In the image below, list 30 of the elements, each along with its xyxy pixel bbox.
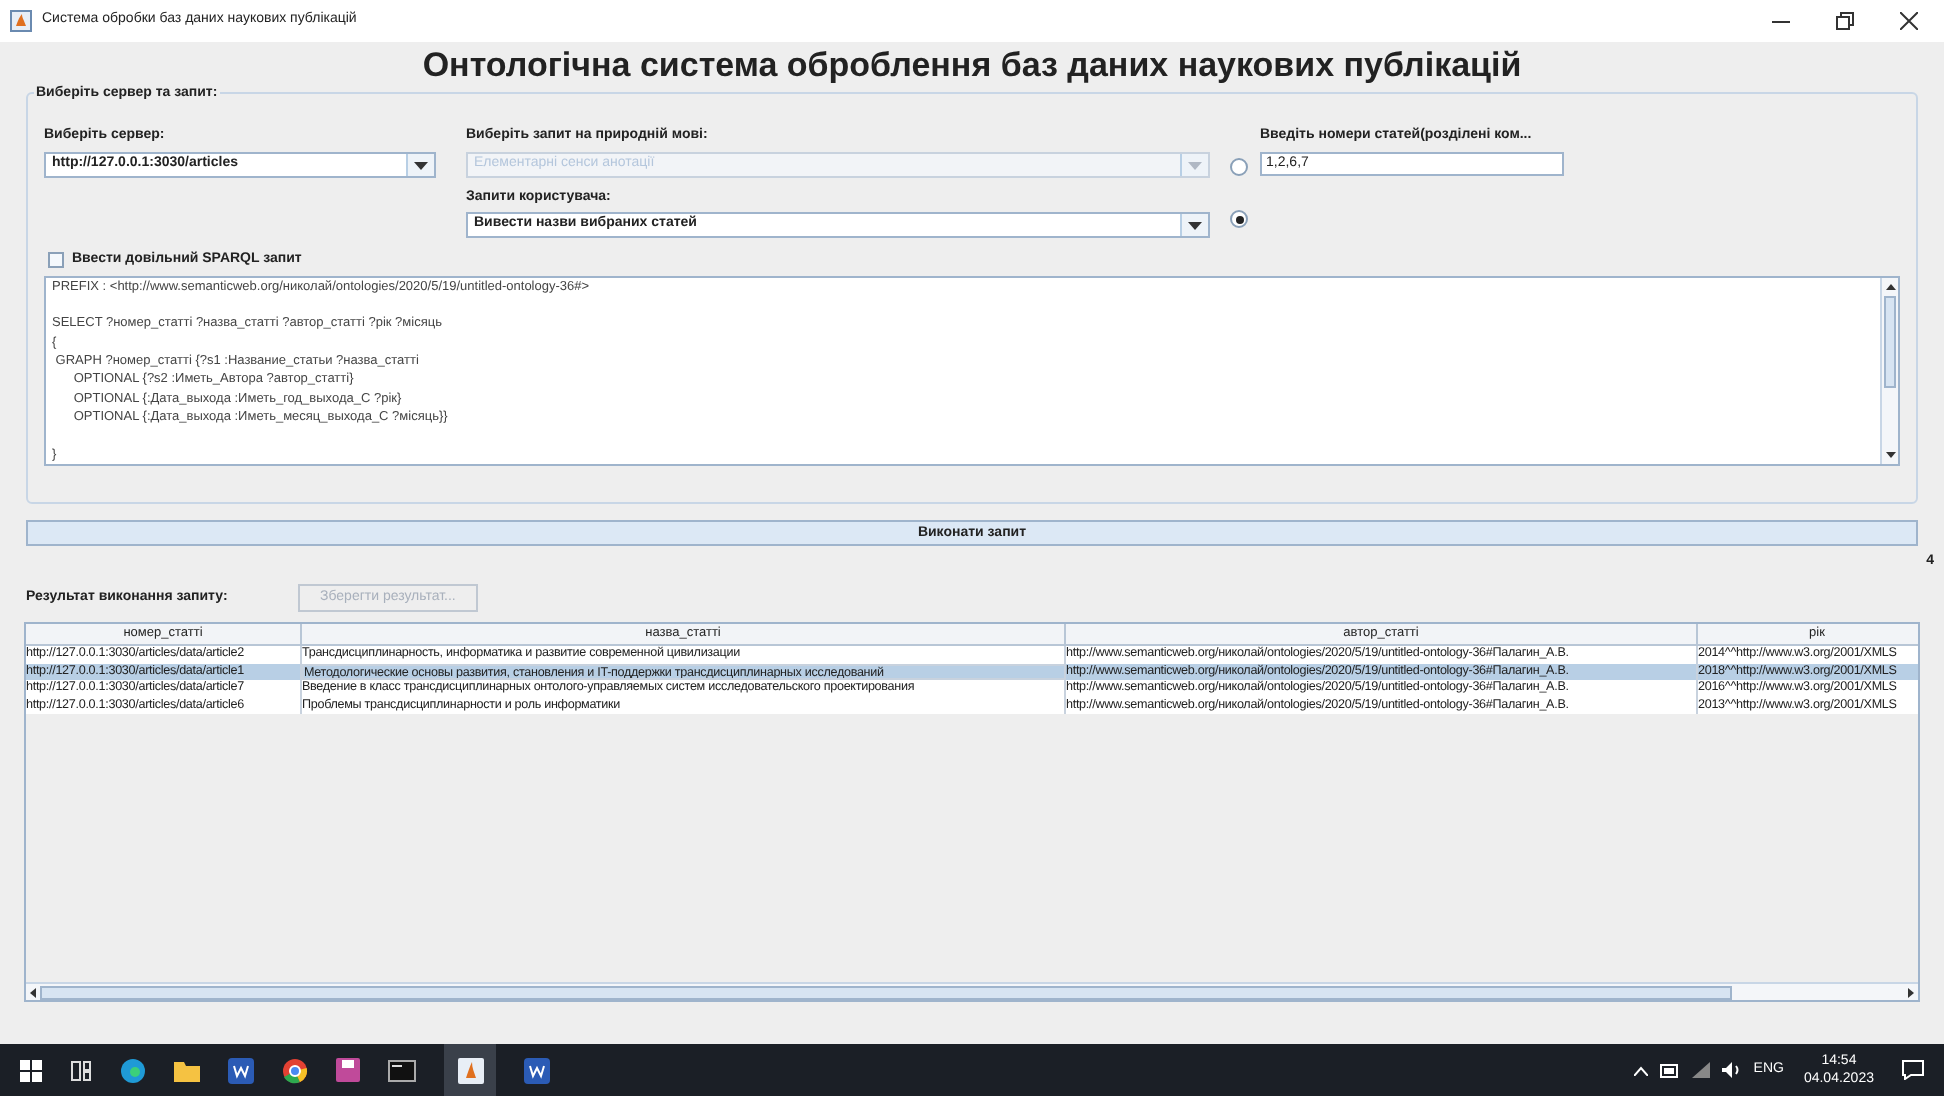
dropdown-arrow-button[interactable] bbox=[1180, 214, 1208, 236]
caret-icon bbox=[1188, 161, 1202, 169]
chevron-up-icon[interactable] bbox=[1633, 1065, 1648, 1075]
scroll-up-arrow-icon[interactable] bbox=[1885, 283, 1895, 289]
speaker-icon[interactable] bbox=[1721, 1062, 1742, 1078]
vertical-scrollbar[interactable] bbox=[1880, 277, 1898, 463]
table-row[interactable] bbox=[26, 646, 1918, 663]
folder-icon[interactable] bbox=[174, 1059, 200, 1081]
close-icon[interactable] bbox=[1900, 12, 1918, 30]
radio-button[interactable] bbox=[1230, 210, 1248, 228]
terminal-icon[interactable] bbox=[388, 1059, 416, 1081]
scroll-left-arrow-icon[interactable] bbox=[30, 987, 36, 997]
caret-icon bbox=[1188, 221, 1202, 229]
battery-icon[interactable] bbox=[1659, 1063, 1680, 1077]
table-row[interactable] bbox=[26, 680, 1918, 697]
windows-start-icon[interactable] bbox=[20, 1059, 42, 1081]
scroll-right-arrow-icon[interactable] bbox=[1908, 987, 1914, 997]
caret-icon bbox=[414, 161, 428, 169]
document-app-icon[interactable] bbox=[524, 1057, 550, 1083]
notification-icon[interactable] bbox=[1902, 1060, 1924, 1080]
dropdown-arrow-button[interactable] bbox=[406, 154, 434, 176]
document-app-icon[interactable] bbox=[228, 1057, 254, 1083]
scroll-down-arrow-icon[interactable] bbox=[1885, 451, 1895, 457]
maximize-icon[interactable] bbox=[1836, 12, 1854, 30]
heading: Онтологічна система оброблення баз даних наукових публікацій bbox=[420, 44, 1524, 88]
task-view-icon[interactable] bbox=[70, 1059, 92, 1081]
app-icon bbox=[10, 10, 32, 32]
network-icon[interactable] bbox=[1691, 1062, 1710, 1078]
horizontal-scrollbar[interactable] bbox=[26, 982, 1918, 1000]
checkbox[interactable] bbox=[48, 252, 64, 269]
